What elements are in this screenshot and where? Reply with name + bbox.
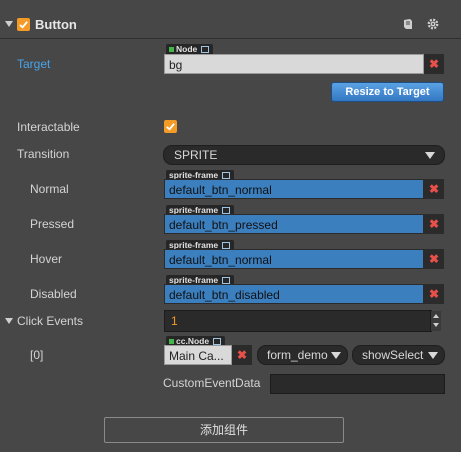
close-icon: ✖ — [236, 348, 248, 362]
event-component-select[interactable]: form_demo — [257, 345, 348, 365]
custom-event-data-input[interactable] — [270, 374, 445, 394]
event-handler-select[interactable]: showSelect — [352, 345, 445, 365]
target-type-text: Node — [176, 44, 198, 54]
close-icon: ✖ — [428, 287, 440, 301]
click-events-label: Click Events — [17, 314, 84, 328]
transition-select[interactable]: SPRITE — [163, 145, 445, 165]
state-label-disabled: Disabled — [30, 287, 77, 301]
external-link-icon[interactable] — [201, 45, 210, 53]
close-icon: ✖ — [428, 57, 440, 71]
external-link-icon[interactable] — [222, 276, 231, 284]
click-events-collapse-icon[interactable] — [5, 318, 13, 324]
close-icon: ✖ — [428, 252, 440, 266]
header-divider — [0, 38, 461, 39]
state-sprite-field-hover[interactable]: default_btn_normal — [164, 249, 424, 269]
chevron-down-icon — [428, 352, 438, 359]
event-handler-value: showSelect — [362, 348, 424, 362]
node-type-icon — [169, 338, 174, 344]
external-link-icon[interactable] — [213, 337, 222, 345]
add-component-button[interactable]: 添加组件 — [104, 417, 344, 443]
state-sprite-field-pressed[interactable]: default_btn_pressed — [164, 214, 424, 234]
state-clear-button[interactable]: ✖ — [424, 179, 444, 199]
event-node-clear-button[interactable]: ✖ — [232, 345, 252, 365]
state-label-normal: Normal — [30, 182, 69, 196]
count-stepper[interactable] — [430, 311, 441, 331]
interactable-label: Interactable — [17, 120, 80, 134]
state-clear-button[interactable]: ✖ — [424, 284, 444, 304]
transition-value: SPRITE — [174, 148, 218, 162]
close-icon: ✖ — [428, 182, 440, 196]
close-icon: ✖ — [428, 217, 440, 231]
book-icon[interactable] — [402, 18, 414, 30]
component-header: Button — [0, 0, 461, 40]
collapse-toggle-icon[interactable] — [5, 21, 13, 27]
checkmark-icon — [19, 21, 28, 29]
external-link-icon[interactable] — [222, 171, 231, 179]
target-label: Target — [17, 57, 51, 71]
checkmark-icon — [166, 123, 175, 131]
state-clear-button[interactable]: ✖ — [424, 214, 444, 234]
target-field[interactable]: bg — [164, 54, 424, 74]
chevron-down-icon — [425, 152, 435, 159]
event-component-value: form_demo — [267, 348, 328, 362]
state-label-pressed: Pressed — [30, 217, 75, 231]
chevron-down-icon — [331, 352, 341, 359]
target-clear-button[interactable]: ✖ — [424, 54, 444, 74]
node-type-icon — [169, 46, 174, 52]
target-type-tag: Node — [166, 44, 214, 54]
external-link-icon[interactable] — [222, 206, 231, 214]
state-clear-button[interactable]: ✖ — [424, 249, 444, 269]
event-node-field[interactable]: Main Ca... — [164, 345, 232, 365]
stepper-down-icon[interactable] — [433, 323, 439, 327]
gear-icon[interactable] — [427, 18, 439, 30]
component-title: Button — [35, 17, 77, 32]
transition-label: Transition — [17, 147, 70, 161]
interactable-checkbox[interactable] — [164, 120, 177, 133]
external-link-icon[interactable] — [222, 241, 231, 249]
state-label-hover: Hover — [30, 252, 63, 266]
component-enabled-checkbox[interactable] — [17, 18, 30, 31]
stepper-up-icon[interactable] — [433, 314, 439, 318]
event-index-label: [0] — [30, 348, 44, 362]
resize-to-target-button[interactable]: Resize to Target — [331, 82, 444, 102]
state-sprite-field-normal[interactable]: default_btn_normal — [164, 179, 424, 199]
custom-event-data-label: CustomEventData — [163, 376, 261, 390]
click-events-count-input[interactable]: 1 — [164, 310, 432, 332]
state-sprite-field-disabled[interactable]: default_btn_disabled — [164, 284, 424, 304]
